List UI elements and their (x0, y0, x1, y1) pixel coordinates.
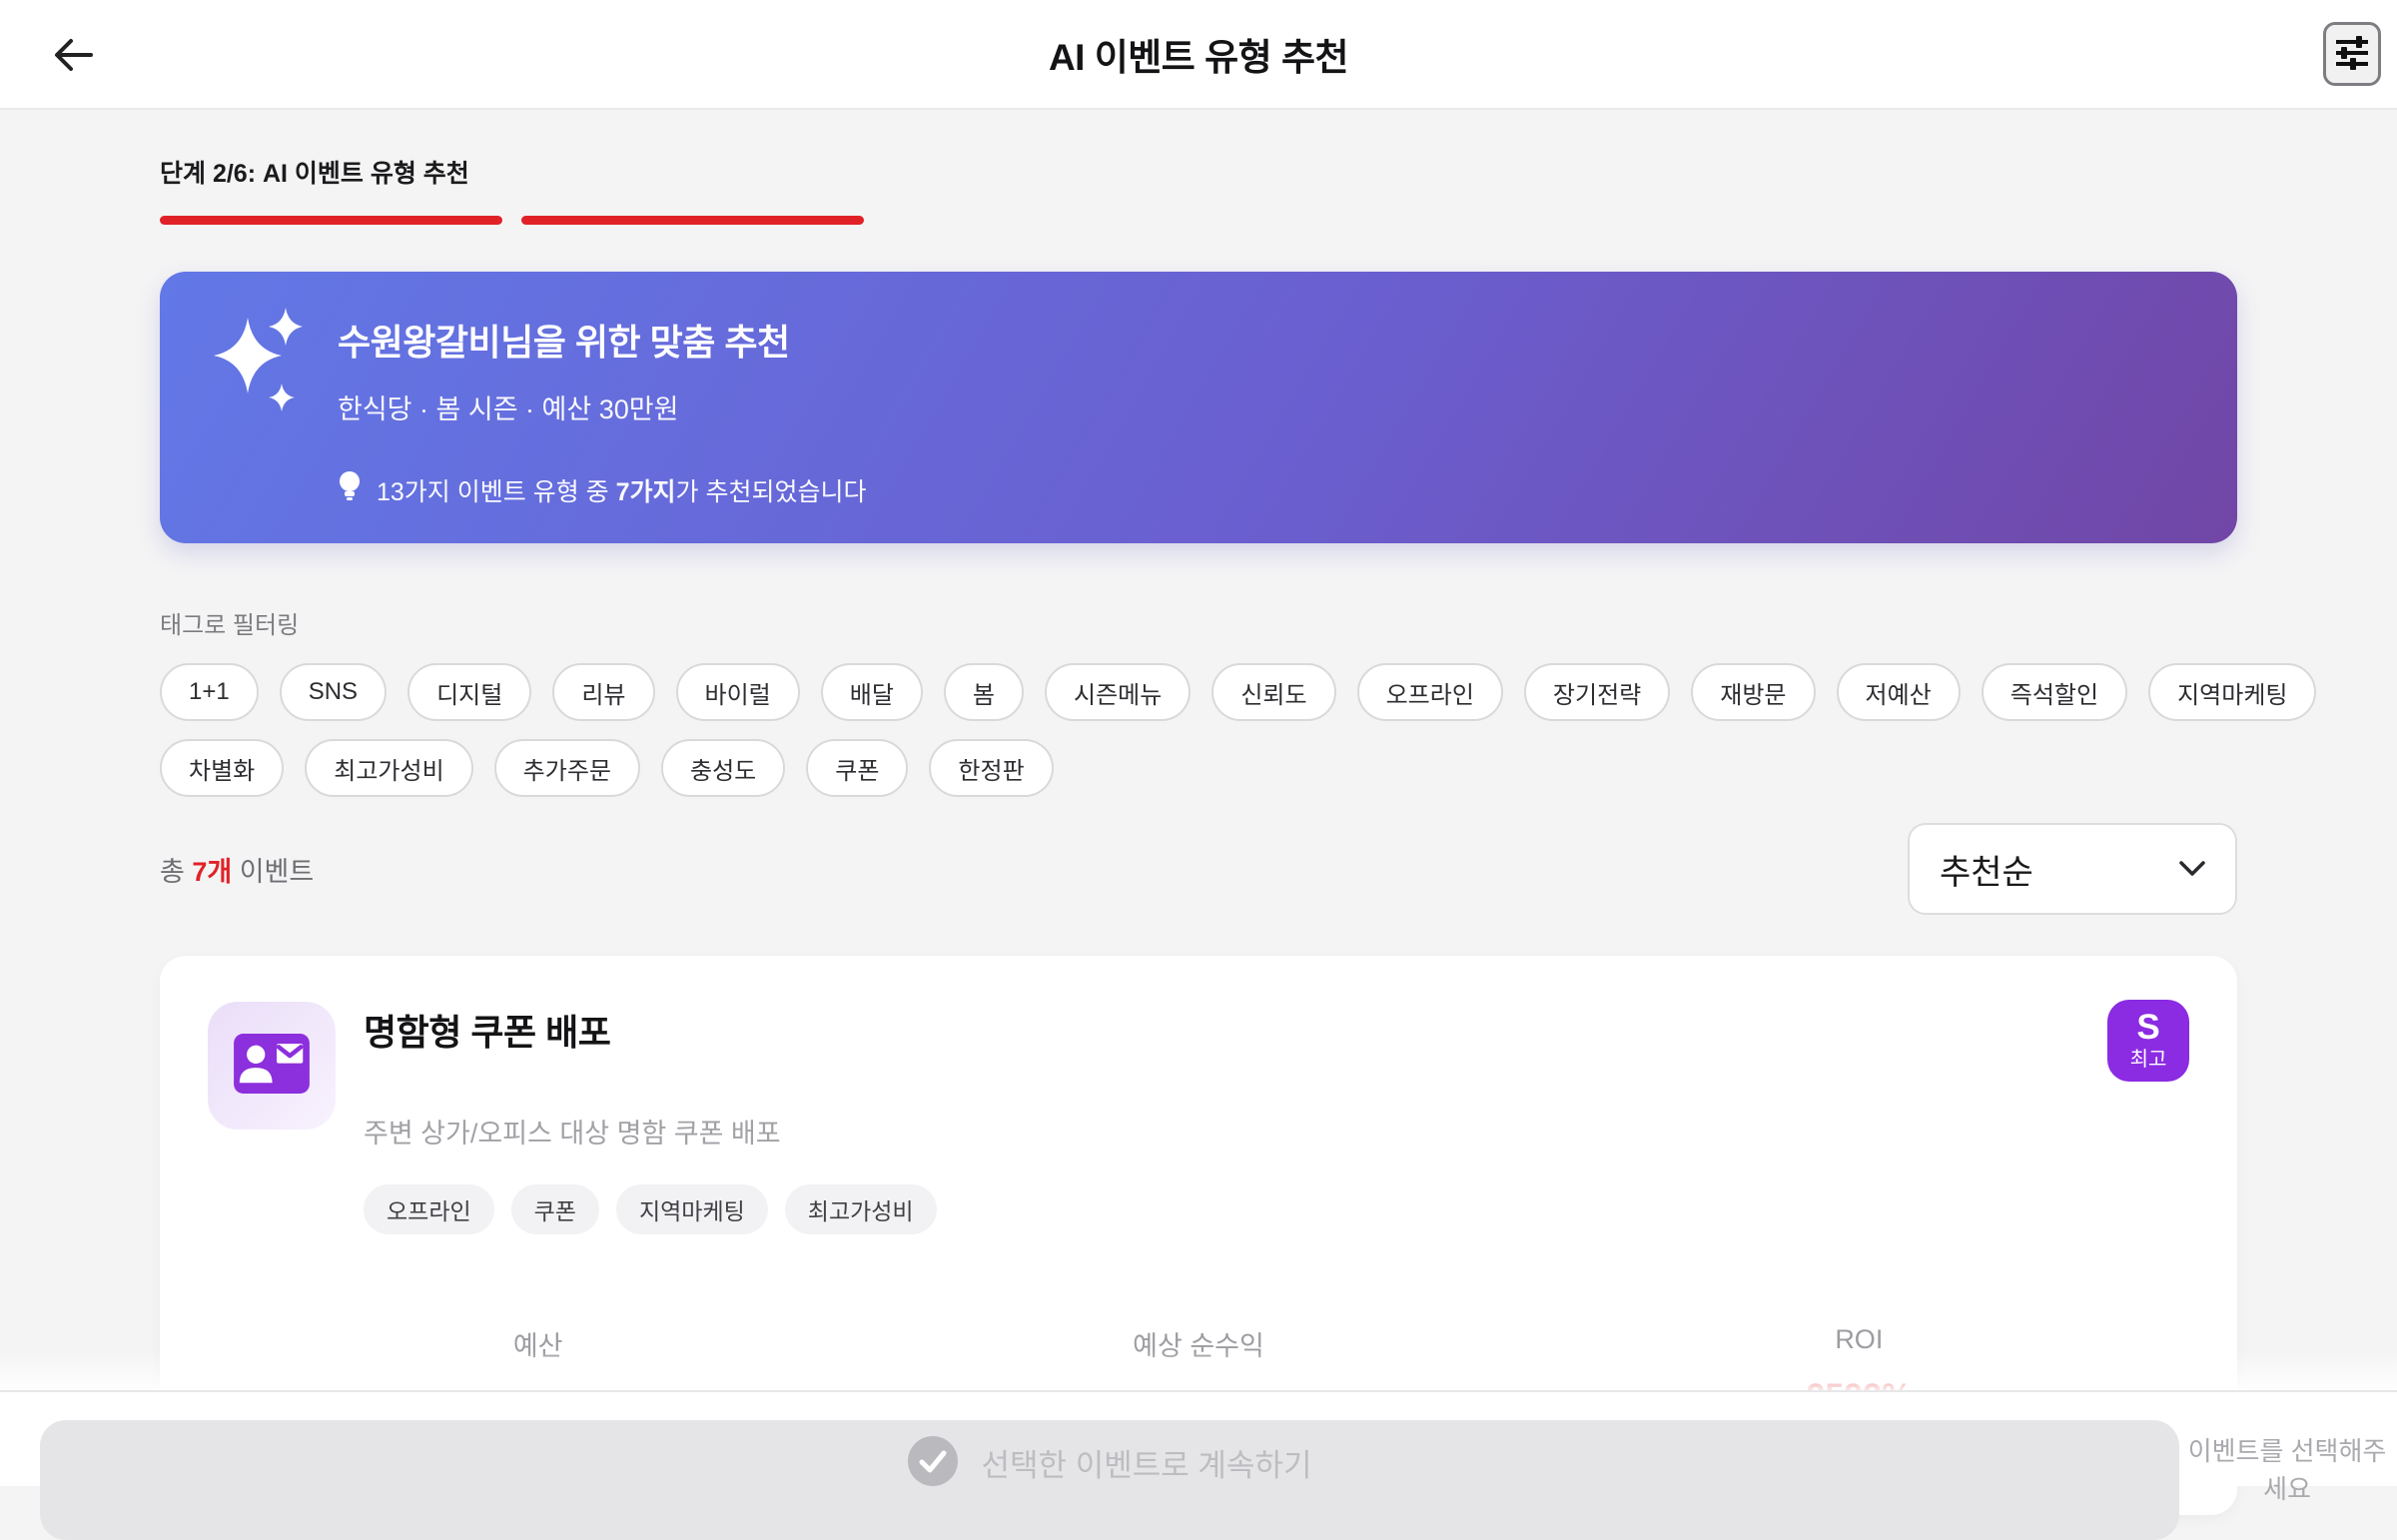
filter-tag-chip[interactable]: 충성도 (660, 739, 786, 797)
contact-card-icon (234, 1033, 310, 1099)
filter-tag-chip[interactable]: 리뷰 (552, 663, 655, 721)
event-tag: 오프라인 (364, 1184, 494, 1234)
select-event-hint: 이벤트를 선택해주 세요 (2187, 1436, 2387, 1504)
filter-tag-chip[interactable]: 바이럴 (675, 663, 800, 721)
event-title: 명함형 쿠폰 배포 (364, 1012, 611, 1053)
filter-tag-chip[interactable]: 1+1 (160, 663, 259, 721)
back-arrow-icon (51, 35, 97, 78)
grade-badge: S 최고 (2107, 1000, 2189, 1082)
lightbulb-icon (338, 470, 362, 509)
filter-tag-chip[interactable]: 오프라인 (1356, 663, 1503, 721)
sort-dropdown[interactable]: 추천순 (1908, 823, 2237, 915)
banner-text: 수원왕갈비님을 위한 맞춤 추천 한식당 · 봄 시즌 · 예산 30만원 13… (338, 314, 866, 509)
filter-tag-chip[interactable]: 즉석할인 (1981, 663, 2128, 721)
event-tag: 쿠폰 (510, 1184, 599, 1234)
list-header: 총 7개 이벤트 추천순 (160, 823, 2237, 915)
step-label: 단계 2/6: AI 이벤트 유형 추천 (160, 160, 469, 188)
event-tag: 최고가성비 (784, 1184, 937, 1234)
event-count: 총 7개 이벤트 (160, 856, 315, 887)
page-title: AI 이벤트 유형 추천 (1048, 37, 1349, 78)
continue-button[interactable]: 선택한 이벤트로 계속하기 (40, 1420, 2179, 1540)
filter-tag-chip[interactable]: 봄 (943, 663, 1025, 721)
filter-tag-chip[interactable]: 시즌메뉴 (1045, 663, 1192, 721)
grade-letter: S (2136, 1008, 2160, 1047)
event-icon-container (208, 1002, 336, 1130)
filter-tag-chip[interactable]: 쿠폰 (806, 739, 909, 797)
main-content: 단계 2/6: AI 이벤트 유형 추천 수원왕갈비님을 위한 맞춤 추천 한식… (0, 154, 2397, 1515)
filter-tag-chip[interactable]: 최고가성비 (305, 739, 473, 797)
filter-tag-chip[interactable]: 신뢰도 (1211, 663, 1336, 721)
filter-tag-chip[interactable]: 배달 (820, 663, 923, 721)
tag-filter-row-1: 1+1 SNS 디지털 리뷰 바이럴 배달 봄 시즌메뉴 신뢰도 오프라인 장기전략 재방문 저예산 즉석… (160, 663, 2317, 721)
banner-title: 수원왕갈비님을 위한 맞춤 추천 (338, 322, 790, 363)
filter-tag-chip[interactable]: 디지털 (407, 663, 532, 721)
grade-label: 최고 (2129, 1049, 2167, 1071)
header: AI 이벤트 유형 추천 (0, 0, 2397, 110)
banner-info-text: 13가지 이벤트 유형 중 7가지가 추천되었습니다 (377, 477, 867, 506)
sliders-icon (2334, 34, 2370, 75)
filter-settings-button[interactable] (2323, 22, 2381, 86)
check-circle-icon (907, 1436, 958, 1489)
filter-tag-chip[interactable]: 저예산 (1836, 663, 1961, 721)
event-card-top: 명함형 쿠폰 배포 주변 상가/오피스 대상 명함 쿠폰 배포 오프라인 쿠폰 지역… (208, 1002, 2189, 1234)
chevron-down-icon (2177, 859, 2207, 884)
filter-tag-chip[interactable]: 추가주문 (493, 739, 640, 797)
sparkles-icon (210, 306, 320, 425)
filter-tag-chip[interactable]: 차별화 (160, 739, 285, 797)
filter-tag-chip[interactable]: SNS (279, 663, 388, 721)
banner-subtitle: 한식당 · 봄 시즌 · 예산 30만원 (338, 394, 679, 424)
bottom-bar: 선택한 이벤트로 계속하기 이벤트를 선택해주 세요 (0, 1390, 2397, 1540)
filter-tag-chip[interactable]: 장기전략 (1523, 663, 1671, 721)
ai-recommendation-banner: 수원왕갈비님을 위한 맞춤 추천 한식당 · 봄 시즌 · 예산 30만원 13… (160, 272, 2237, 543)
event-count-number: 7개 (192, 856, 233, 887)
event-tags: 오프라인 쿠폰 지역마케팅 최고가성비 (364, 1184, 937, 1234)
progress-bar (160, 216, 2237, 225)
tag-filter-label: 태그로 필터링 (160, 612, 300, 639)
progress-segment (160, 216, 502, 225)
continue-button-label: 선택한 이벤트로 계속하기 (981, 1448, 1312, 1483)
banner-info: 13가지 이벤트 유형 중 7가지가 추천되었습니다 (338, 470, 866, 509)
filter-tag-chip[interactable]: 지역마케팅 (2148, 663, 2317, 721)
back-button[interactable] (46, 32, 102, 80)
event-description: 주변 상가/오피스 대상 명함 쿠폰 배포 (364, 1119, 781, 1149)
progress-segment (521, 216, 864, 225)
event-tag: 지역마케팅 (615, 1184, 768, 1234)
sort-dropdown-value: 추천순 (1940, 853, 2033, 892)
event-card-main: 명함형 쿠폰 배포 주변 상가/오피스 대상 명함 쿠폰 배포 오프라인 쿠폰 지역… (364, 1002, 937, 1234)
filter-tag-chip[interactable]: 한정판 (929, 739, 1054, 797)
filter-tag-chip[interactable]: 재방문 (1691, 663, 1816, 721)
tag-filter-row-2: 차별화 최고가성비 추가주문 충성도 쿠폰 한정판 (160, 739, 2237, 797)
